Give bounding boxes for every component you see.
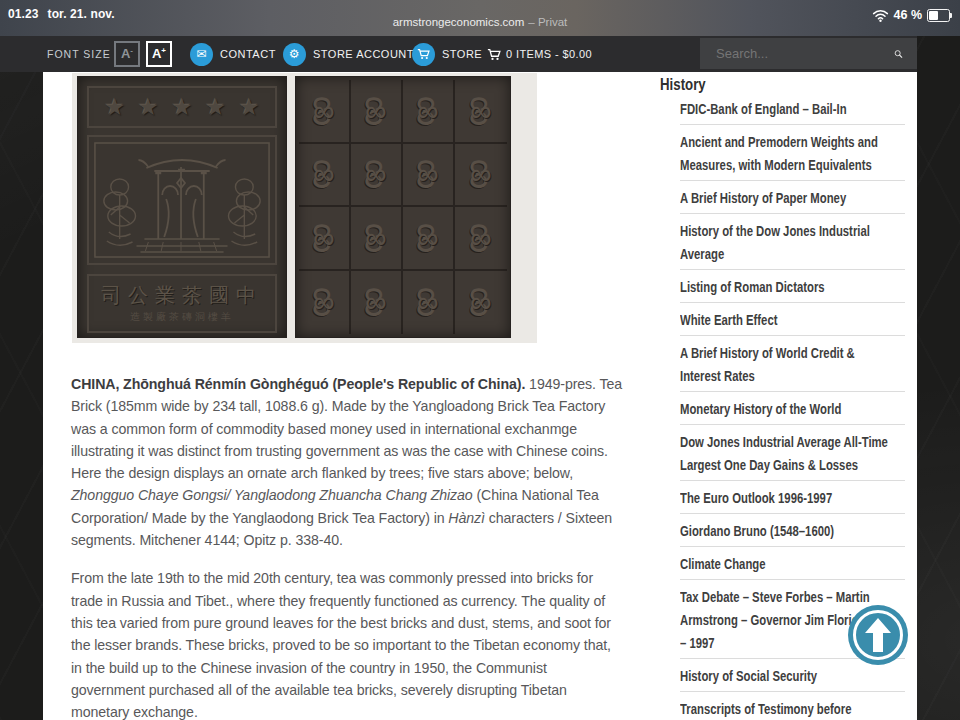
sidebar-item-label: Monetary History of the World [680, 397, 841, 420]
star-icon: ★ [205, 96, 226, 119]
article-paragraph-1: CHINA, Zhōnghuá Rénmín Gònghéguó (People… [71, 373, 657, 551]
brick-segment: ∞∞ [403, 80, 455, 144]
sidebar-item[interactable]: Giordano Bruno (1548–1600) [680, 514, 905, 547]
sidebar-item[interactable]: A Brief History of World Credit & Intere… [680, 336, 905, 392]
sidebar-item[interactable]: Monetary History of the World [680, 392, 905, 425]
brick-segment: ∞∞ [299, 207, 351, 271]
site-toolbar: FONT SIZE A- A+ ✉ CONTACT ⚙ STORE ACCOUN… [0, 36, 917, 72]
brick-segment: ∞∞ [351, 144, 403, 208]
tea-brick-back: ∞∞∞∞∞∞∞∞∞∞∞∞∞∞∞∞∞∞∞∞∞∞∞∞∞∞∞∞∞∞∞∞ [295, 76, 511, 338]
battery-icon [927, 9, 950, 22]
scroll-to-top-button[interactable] [848, 605, 908, 665]
sidebar-item-label: Ancient and Premodern Weights and Measur… [680, 130, 878, 176]
brick-segment: ∞∞ [455, 144, 507, 208]
sidebar-item-label: Listing of Roman Dictators [680, 275, 825, 298]
cart-icon-small [487, 48, 501, 61]
star-icon: ★ [172, 96, 193, 119]
brick-segment: ∞∞ [403, 207, 455, 271]
sidebar-item-label: Transcripts of Testimony before [680, 697, 851, 720]
browser-page-title: armstrongeconomics.com– Privat [0, 16, 960, 28]
article-segment-italic: Zhongguo Chaye Gongsi/ Yanglaodong Zhuan… [71, 486, 473, 503]
sidebar-item-label: History of the Dow Jones Industrial Aver… [680, 219, 870, 265]
star-icon: ★ [138, 96, 159, 119]
envelope-icon: ✉ [190, 43, 213, 66]
font-decrease-button[interactable]: A- [114, 41, 140, 67]
sidebar-item[interactable]: Dow Jones Industrial Average All-Time La… [680, 425, 905, 481]
sidebar-item[interactable]: Transcripts of Testimony before [680, 692, 905, 720]
font-increase-button[interactable]: A+ [146, 41, 172, 67]
sidebar-item[interactable]: History of the Dow Jones Industrial Aver… [680, 214, 905, 270]
brick-segment: ∞∞ [351, 271, 403, 335]
sidebar-item-label: Giordano Bruno (1548–1600) [680, 519, 834, 542]
sidebar-item[interactable]: White Earth Effect [680, 303, 905, 336]
sidebar-item[interactable]: Ancient and Premodern Weights and Measur… [680, 125, 905, 181]
search-box[interactable] [700, 38, 917, 69]
article-paragraph-2: From the late 19th to the mid 20th centu… [71, 567, 657, 720]
up-arrow-icon [865, 618, 891, 652]
brick-segment: ∞∞ [299, 271, 351, 335]
star-icon: ★ [104, 96, 125, 119]
cart-icon [412, 43, 435, 66]
brick-inscription: 司公業茶國中 造製廠茶磚洞樓羊 [87, 274, 277, 333]
sidebar-item-label: White Earth Effect [680, 308, 777, 331]
search-input[interactable] [714, 45, 894, 62]
sidebar-item[interactable]: Climate Change [680, 547, 905, 580]
star-icon: ★ [239, 96, 260, 119]
brick-segment: ∞∞ [351, 80, 403, 144]
sidebar-item-label: FDIC-Bank of England – Bail-In [680, 97, 847, 120]
brick-segment: ∞∞ [455, 80, 507, 144]
cart-summary[interactable]: 0 ITEMS - $0.00 [487, 36, 592, 72]
sidebar-item-label: Climate Change [680, 552, 766, 575]
brick-stars-band: ★ ★ ★ ★ ★ [87, 86, 277, 128]
sidebar-item-label: A Brief History of Paper Money [680, 186, 846, 209]
sidebar-item-label: History of Social Security [680, 664, 817, 687]
contact-link[interactable]: ✉ CONTACT [190, 36, 276, 72]
tea-brick-front: ★ ★ ★ ★ ★ [77, 76, 287, 338]
brick-segment: ∞∞ [403, 271, 455, 335]
brick-segment: ∞∞ [299, 144, 351, 208]
battery-percent: 46 % [894, 8, 923, 22]
sidebar-item-label: Dow Jones Industrial Average All-Time La… [680, 430, 888, 476]
search-icon[interactable] [894, 43, 903, 65]
sidebar-item[interactable]: FDIC-Bank of England – Bail-In [680, 92, 905, 125]
wifi-icon [872, 9, 889, 22]
main-content: ★ ★ ★ ★ ★ [43, 72, 917, 720]
brick-segment: ∞∞ [455, 271, 507, 335]
sidebar-item[interactable]: The Euro Outlook 1996-1997 [680, 481, 905, 514]
font-size-label: FONT SIZE [47, 48, 111, 60]
sidebar-item-label: A Brief History of World Credit & Intere… [680, 341, 855, 387]
sidebar-item-label: The Euro Outlook 1996-1997 [680, 486, 832, 509]
article-text: CHINA, Zhōnghuá Rénmín Gònghéguó (People… [71, 373, 657, 720]
brick-arch-panel [87, 135, 277, 265]
brick-segment-grid: ∞∞∞∞∞∞∞∞∞∞∞∞∞∞∞∞∞∞∞∞∞∞∞∞∞∞∞∞∞∞∞∞ [299, 80, 507, 334]
brick-segment: ∞∞ [403, 144, 455, 208]
article-segment-italic: Hànzì [448, 509, 485, 526]
gear-icon: ⚙ [283, 43, 306, 66]
status-bar: 01.23tor. 21. nov. armstrongeconomics.co… [0, 0, 960, 36]
store-link[interactable]: STORE [412, 36, 482, 72]
brick-segment: ∞∞ [455, 207, 507, 271]
brick-segment: ∞∞ [299, 80, 351, 144]
sidebar-item[interactable]: Listing of Roman Dictators [680, 270, 905, 303]
sidebar-history: History FDIC-Bank of England – Bail-InAn… [660, 75, 917, 95]
sidebar-item[interactable]: A Brief History of Paper Money [680, 181, 905, 214]
tea-brick-image: ★ ★ ★ ★ ★ [72, 73, 537, 343]
article-segment-bold: CHINA, Zhōnghuá Rénmín Gònghéguó (People… [71, 375, 525, 392]
store-account-link[interactable]: ⚙ STORE ACCOUNT [283, 36, 414, 72]
brick-segment: ∞∞ [351, 207, 403, 271]
